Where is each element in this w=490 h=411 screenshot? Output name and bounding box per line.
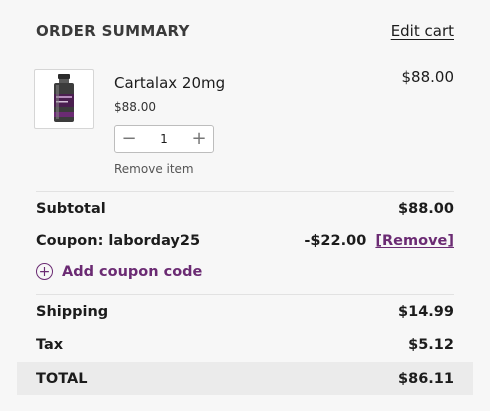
quantity-input[interactable]: [144, 132, 184, 146]
subtotal-label: Subtotal: [36, 201, 106, 217]
tax-label: Tax: [36, 337, 64, 353]
page-title: ORDER SUMMARY: [36, 22, 190, 40]
product-vial-icon: [54, 74, 74, 122]
shipping-value: $14.99: [398, 304, 454, 320]
decrement-button[interactable]: −: [121, 130, 137, 148]
coupon-label: Coupon: laborday25: [36, 233, 201, 249]
tax-value: $5.12: [408, 337, 454, 353]
item-line-total: $88.00: [401, 68, 455, 86]
coupon-row: Coupon: laborday25 -$22.00 [Remove]: [36, 233, 454, 249]
remove-item-link[interactable]: Remove item: [114, 162, 194, 176]
add-coupon-button[interactable]: + Add coupon code: [36, 263, 202, 280]
divider: [36, 191, 454, 192]
shipping-label: Shipping: [36, 304, 109, 320]
product-thumbnail[interactable]: [34, 69, 94, 129]
subtotal-value: $88.00: [398, 201, 454, 217]
coupon-discount-value: -$22.00: [304, 233, 367, 249]
quantity-stepper: − +: [114, 125, 214, 153]
remove-coupon-link[interactable]: [Remove]: [375, 233, 454, 249]
total-label: TOTAL: [36, 370, 88, 387]
add-coupon-label: Add coupon code: [62, 263, 203, 280]
summary-header: ORDER SUMMARY Edit cart: [36, 22, 454, 40]
plus-circle-icon: +: [36, 263, 53, 280]
cart-item: Cartalax 20mg $88.00 $88.00 − + Remove i…: [34, 68, 454, 180]
total-row: TOTAL $86.11: [17, 362, 473, 395]
coupon-value-group: -$22.00 [Remove]: [304, 233, 454, 249]
total-value: $86.11: [398, 370, 454, 387]
shipping-row: Shipping $14.99: [36, 304, 454, 320]
increment-button[interactable]: +: [191, 130, 207, 148]
edit-cart-link[interactable]: Edit cart: [391, 22, 454, 40]
tax-row: Tax $5.12: [36, 337, 454, 353]
item-unit-price: $88.00: [114, 100, 156, 114]
subtotal-row: Subtotal $88.00: [36, 201, 454, 217]
item-name[interactable]: Cartalax 20mg: [114, 74, 225, 92]
divider: [36, 294, 454, 295]
